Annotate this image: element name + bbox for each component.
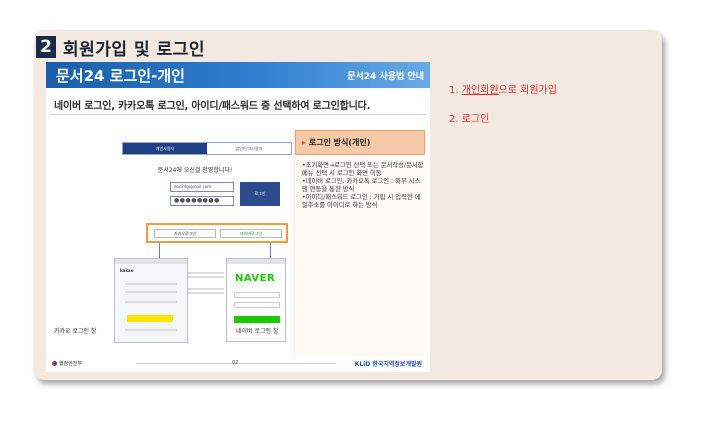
login-button: 로그인: [240, 182, 280, 206]
kakao-caption: 카카오 로그인 창: [54, 328, 97, 335]
info-title: ▸ 로그인 방식(개인): [295, 130, 425, 155]
page-canvas: 2 회원가입 및 로그인 문서24 로그인-개인 문서24 사용법 안내 네이버…: [0, 0, 704, 422]
section-title-row: 2 회원가입 및 로그인: [36, 36, 205, 60]
naver-logo: NAVER: [235, 273, 276, 284]
step-item-signup: 1. 개인회원으로 회원가입: [449, 81, 557, 96]
slide-header-guide: 문서24 사용법 안내: [347, 72, 424, 82]
info-title-text: 로그인 방식(개인): [308, 138, 371, 147]
info-list: •초기화면→로그인 선택 또는 문서작성/문서함 메뉴 선택 시 로그인 화면 …: [302, 162, 424, 210]
ministry-name: 행정안전부: [59, 361, 83, 367]
step-number-badge: 2: [36, 36, 56, 58]
welcome-text: 문서24에 오신걸 환영합니다!: [157, 167, 233, 174]
tab-corporate: 법인/단체사용자: [207, 143, 291, 154]
slide-divider: [50, 114, 426, 115]
social-login-frame: 카카오로그인 네이버로그인: [146, 223, 288, 243]
naver-caption: 네이버 로그인 창: [236, 328, 279, 335]
kakao-login-window: kakao: [114, 258, 188, 343]
page-number: 02: [232, 360, 239, 366]
kakao-login-button: 카카오로그인: [154, 229, 216, 238]
password-field: ●●●●●●●●: [170, 196, 234, 206]
kakao-footer-line: [125, 329, 177, 331]
login-tabs: 개인사용자 법인/단체사용자: [122, 142, 292, 155]
arrow-to-kakao: [159, 243, 160, 258]
step-item-prefix: 1.: [449, 85, 462, 96]
slide-footer: 행정안전부 02 KLiD 한국지역정보개발원: [46, 356, 430, 372]
slide-header-title: 문서24 로그인-개인: [56, 67, 185, 85]
login-screenshot: 개인사용자 법인/단체사용자 문서24에 오신걸 환영합니다! doc24@gm…: [76, 142, 292, 347]
steps-list: 1. 개인회원으로 회원가입 2. 로그인: [449, 81, 557, 139]
chevron-right-icon: ▸: [302, 138, 309, 147]
kakao-id-line: [125, 283, 177, 285]
step-item-login: 2. 로그인: [449, 114, 490, 125]
info-panel: ▸ 로그인 방식(개인) •초기화면→로그인 선택 또는 문서작성/문서함 메뉴…: [294, 130, 425, 356]
info-item: •초기화면→로그인 선택 또는 문서작성/문서함 메뉴 선택 시 로그인 화면 …: [302, 162, 424, 177]
guide-slide-image: 문서24 로그인-개인 문서24 사용법 안내 네이버 로그인, 카카오톡 로그…: [46, 62, 430, 372]
window-titlebar: [227, 259, 285, 264]
info-item: •아이디/패스워드 로그인 : 가입 시 입력한 메일주소를 아이디로 하는 방…: [302, 194, 421, 209]
naver-submit-button: [234, 316, 280, 323]
klid-logo: KLiD 한국지역정보개발원: [354, 361, 422, 368]
mid-screenshot-text: [188, 270, 224, 296]
kakao-pw-line: [125, 291, 177, 293]
naver-pw-field: [234, 302, 280, 308]
step-item-suffix: 으로 회원가입: [498, 85, 557, 96]
slide-subtitle: 네이버 로그인, 카카오톡 로그인, 아이디/패스워드 중 선택하여 로그인합니…: [54, 101, 371, 112]
slide-header: 문서24 로그인-개인 문서24 사용법 안내: [46, 62, 430, 88]
window-titlebar: [115, 259, 187, 264]
id-field: doc24@gmail.com: [170, 182, 234, 192]
section-title: 회원가입 및 로그인: [63, 39, 205, 60]
naver-id-field: [234, 292, 280, 298]
taegeuk-icon: [52, 361, 57, 366]
tab-personal: 개인사용자: [123, 143, 207, 154]
kakao-submit-button: [127, 315, 173, 322]
personal-member-link[interactable]: 개인회원: [462, 85, 499, 96]
kakao-option-line: [125, 301, 177, 303]
kakao-logo: kakao: [120, 268, 134, 273]
arrow-to-naver: [270, 243, 271, 258]
login-form: doc24@gmail.com ●●●●●●●● 로그인: [170, 182, 280, 212]
info-item: •네이버 로그인, 카카오톡 로그인 : 외부 시스템 연동을 통한 방식: [302, 178, 421, 193]
ministry-logo: 행정안전부: [52, 360, 82, 367]
naver-login-button: 네이버로그인: [220, 229, 282, 238]
